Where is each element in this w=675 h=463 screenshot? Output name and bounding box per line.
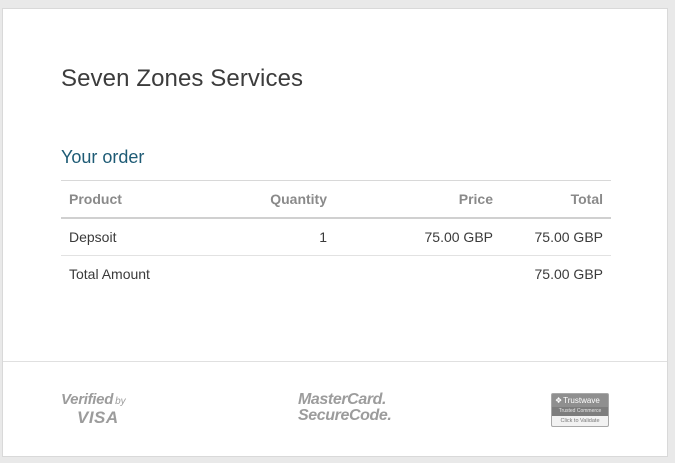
item-quantity: 1 (319, 229, 327, 245)
item-product: Depsoit (69, 229, 117, 245)
trustwave-subtitle: Trusted Commerce (552, 407, 608, 416)
trustwave-header: ❖Trustwave (552, 394, 608, 407)
column-header-product: Product (69, 191, 122, 207)
payment-card: Seven Zones Services Your order Product … (2, 8, 668, 457)
column-header-quantity: Quantity (270, 191, 327, 207)
security-footer: Verified by VISA MasterCard. SecureCode. … (3, 361, 667, 458)
order-table: Product Quantity Price Total Depsoit 1 7… (61, 180, 611, 292)
mastercard-line1: MasterCard. (298, 391, 387, 408)
total-row: Total Amount 75.00 GBP (61, 256, 611, 293)
total-amount-value: 75.00 GBP (534, 266, 604, 282)
trustwave-validate-link[interactable]: Click to Validate (552, 416, 608, 426)
order-heading: Your order (61, 147, 145, 167)
visa-verified-text: Verified (61, 391, 114, 408)
mastercard-securecode-logo: MasterCard. SecureCode. (298, 391, 392, 424)
total-row-empty-price (335, 256, 501, 293)
trustwave-name: Trustwave (563, 396, 600, 405)
order-table-header: Product Quantity Price Total (61, 180, 611, 218)
visa-by-text: by (115, 396, 126, 407)
total-amount-label: Total Amount (69, 266, 150, 282)
total-row-empty-qty (227, 256, 335, 293)
verified-by-visa-logo: Verified by VISA (61, 392, 126, 426)
column-header-price: Price (458, 191, 493, 207)
item-total: 75.00 GBP (534, 229, 604, 245)
table-row: Depsoit 1 75.00 GBP 75.00 GBP (61, 218, 611, 256)
mastercard-line2: SecureCode. (298, 407, 392, 424)
trustwave-badge[interactable]: ❖Trustwave Trusted Commerce Click to Val… (551, 393, 609, 427)
trustwave-shield-icon: ❖ (555, 396, 563, 405)
item-price: 75.00 GBP (424, 229, 494, 245)
column-header-total: Total (570, 191, 603, 207)
visa-brand-text: VISA (77, 408, 119, 427)
merchant-name: Seven Zones Services (61, 65, 304, 92)
